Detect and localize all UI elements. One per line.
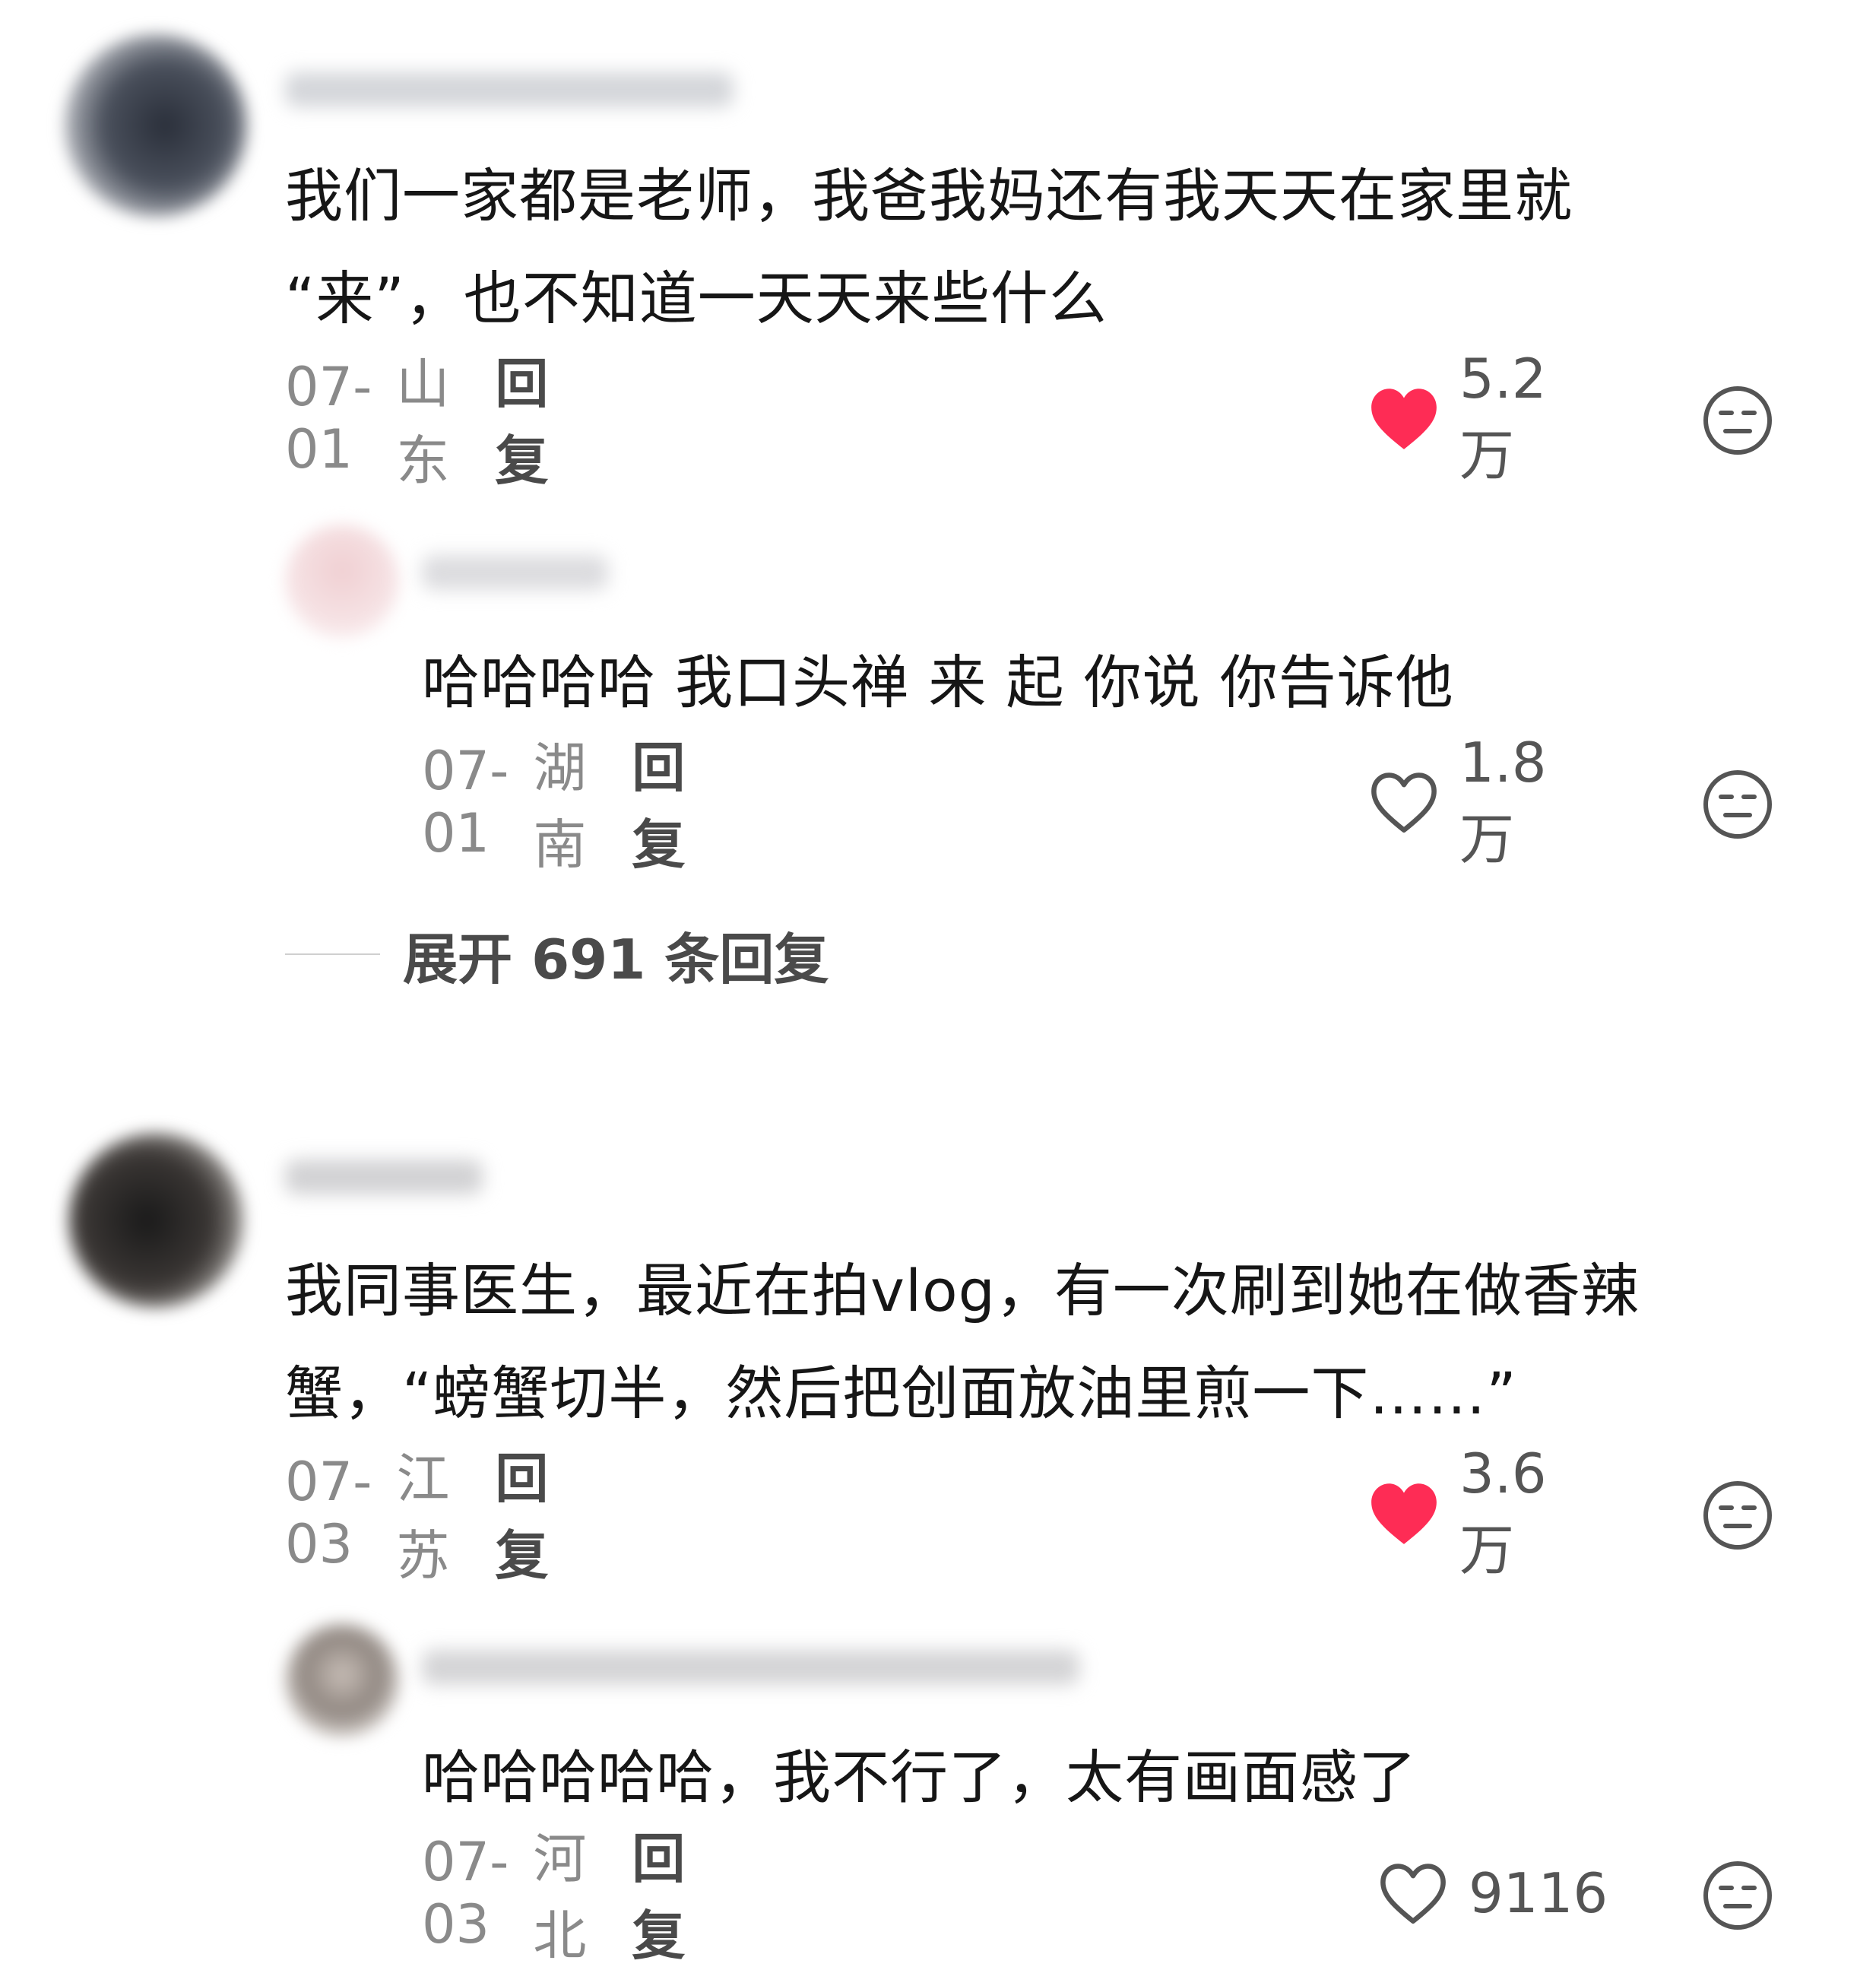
avatar[interactable] <box>285 525 399 639</box>
like-button[interactable]: 3.6万 <box>1367 1442 1547 1582</box>
like-count: 5.2万 <box>1459 346 1547 487</box>
expand-replies-button[interactable]: 展开 691 条回复 <box>285 912 829 996</box>
like-count: 1.8万 <box>1459 730 1547 871</box>
comment-meta: 07-01 山东 回复 <box>285 353 548 492</box>
comment-region: 山东 <box>396 353 450 492</box>
expand-divider <box>285 953 380 955</box>
like-count: 9116 <box>1469 1861 1608 1925</box>
comment-text-line: 我们一家都是老师，我爸我妈还有我天天在家里就 <box>285 162 1573 230</box>
avatar[interactable] <box>65 34 247 217</box>
comment-meta: 07-01 湖南 回复 <box>422 737 685 876</box>
reply-button[interactable]: 回复 <box>632 1816 685 1970</box>
face-neutral-icon[interactable] <box>1701 768 1774 841</box>
username-blurred[interactable] <box>285 72 734 107</box>
comment-date: 07-03 <box>285 1451 372 1575</box>
like-button[interactable]: 5.2万 <box>1367 347 1547 487</box>
comment-text: 哈哈哈哈 我口头禅 来 起 你说 你告诉他 <box>422 631 1821 734</box>
comment-text: 我同事医生，最近在拍vlog，有一次刷到她在做香辣 蟹，“螃蟹切半，然后把创面放… <box>285 1239 1836 1445</box>
username-blurred[interactable] <box>285 1159 483 1194</box>
comment-date: 07-03 <box>422 1831 509 1956</box>
like-count: 3.6万 <box>1459 1441 1547 1582</box>
comment-text-line: “来”，也不知道一天天来些什么 <box>285 265 1108 332</box>
comment-meta: 07-03 江苏 回复 <box>285 1448 548 1587</box>
comment-meta: 07-03 河北 回复 <box>422 1828 685 1967</box>
reply-button[interactable]: 回复 <box>495 1436 548 1590</box>
comment-text-line: 蟹，“螃蟹切半，然后把创面放油里煎一下……” <box>285 1359 1517 1427</box>
expand-replies-label: 展开 691 条回复 <box>403 927 829 991</box>
reply-button[interactable]: 回复 <box>495 341 548 495</box>
comment-text: 我们一家都是老师，我爸我妈还有我天天在家里就 “来”，也不知道一天天来些什么 <box>285 144 1821 350</box>
like-button[interactable]: 9116 <box>1376 1855 1608 1931</box>
comment-date: 07-01 <box>285 356 372 481</box>
username-blurred[interactable] <box>422 1650 1079 1685</box>
comment-region: 湖南 <box>533 737 587 876</box>
heart-filled-icon <box>1367 1479 1441 1547</box>
face-neutral-icon[interactable] <box>1701 1479 1774 1552</box>
heart-filled-icon <box>1367 384 1441 452</box>
avatar[interactable] <box>68 1133 243 1308</box>
comment-text: 哈哈哈哈哈，我不行了，太有画面感了 <box>422 1726 1821 1829</box>
comment-text-line: 哈哈哈哈 我口头禅 来 起 你说 你告诉他 <box>422 649 1454 716</box>
heart-outline-icon <box>1376 1859 1450 1927</box>
comment-region: 河北 <box>533 1828 587 1967</box>
face-neutral-icon[interactable] <box>1701 384 1774 457</box>
comment-region: 江苏 <box>396 1448 450 1587</box>
like-button[interactable]: 1.8万 <box>1367 731 1547 871</box>
avatar[interactable] <box>285 1623 399 1737</box>
comment-text-line: 我同事医生，最近在拍vlog，有一次刷到她在做香辣 <box>285 1257 1640 1324</box>
comment-text-line: 哈哈哈哈哈，我不行了，太有画面感了 <box>422 1743 1417 1811</box>
username-blurred[interactable] <box>422 555 608 590</box>
comment-date: 07-01 <box>422 740 509 864</box>
face-neutral-icon[interactable] <box>1701 1859 1774 1932</box>
reply-button[interactable]: 回复 <box>632 725 685 879</box>
heart-outline-icon <box>1367 768 1441 836</box>
